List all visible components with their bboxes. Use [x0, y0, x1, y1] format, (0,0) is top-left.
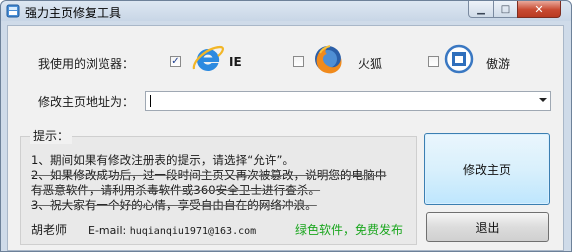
main-panel: 我使用的浏览器： ✓ IE 火狐 傲游 修改主页地址为： 1、期间如果有修改注册… — [7, 25, 564, 251]
text-caret — [150, 95, 151, 107]
ie-checkbox[interactable]: ✓ — [170, 56, 181, 67]
ie-icon — [192, 45, 224, 71]
homepage-label: 修改主页地址为： — [38, 95, 135, 109]
tips-group: 1、期间如果有修改注册表的提示，请选择“允许”。 2、如果修改成功后，过一段时间… — [20, 136, 417, 245]
ie-label: IE — [229, 55, 242, 69]
firefox-icon — [315, 45, 342, 74]
title-bar[interactable]: 强力主页修复工具 ▁ □ ✕ — [1, 1, 571, 21]
maxthon-icon — [444, 44, 474, 74]
maxthon-label: 傲游 — [486, 57, 511, 71]
tip-line-3: 有恶意软件，请利用杀毒软件或360安全卫士进行查杀。 — [31, 183, 321, 197]
firefox-label: 火狐 — [358, 57, 383, 71]
author-email: huqianqiu1971@163.com — [129, 226, 257, 237]
green-slogan: 绿色软件，免费发布 — [295, 223, 404, 237]
minimize-button[interactable]: ▁ — [468, 1, 494, 18]
chevron-down-icon[interactable] — [539, 98, 547, 102]
exit-button[interactable]: 退出 — [426, 212, 549, 242]
firefox-checkbox[interactable] — [293, 56, 304, 67]
close-button[interactable]: ✕ — [517, 1, 561, 18]
tip-line-2: 2、如果修改成功后，过一段时间主页又再次被篡改，说明您的电脑中 — [31, 168, 387, 182]
homepage-address-combobox[interactable] — [145, 91, 551, 111]
tip-line-1: 1、期间如果有修改注册表的提示，请选择“允许”。 — [31, 153, 295, 167]
email-label: E-mail: — [88, 224, 127, 237]
tips-title: 提示： — [30, 127, 73, 144]
tip-line-4: 3、祝大家有一个好的心情，享受自由自在的网络冲浪。 — [31, 198, 317, 212]
modify-homepage-button[interactable]: 修改主页 — [424, 133, 550, 205]
maxthon-checkbox[interactable] — [428, 56, 439, 67]
app-window: 强力主页修复工具 ▁ □ ✕ 我使用的浏览器： ✓ IE 火狐 傲游 修改主页地 — [0, 0, 572, 252]
author-name: 胡老师 — [31, 223, 68, 237]
maximize-button[interactable]: □ — [493, 1, 518, 18]
author-line: 胡老师 E-mail: huqianqiu1971@163.com — [31, 221, 256, 238]
app-icon — [6, 4, 20, 18]
window-title: 强力主页修复工具 — [25, 6, 122, 20]
browser-label: 我使用的浏览器： — [38, 57, 135, 71]
